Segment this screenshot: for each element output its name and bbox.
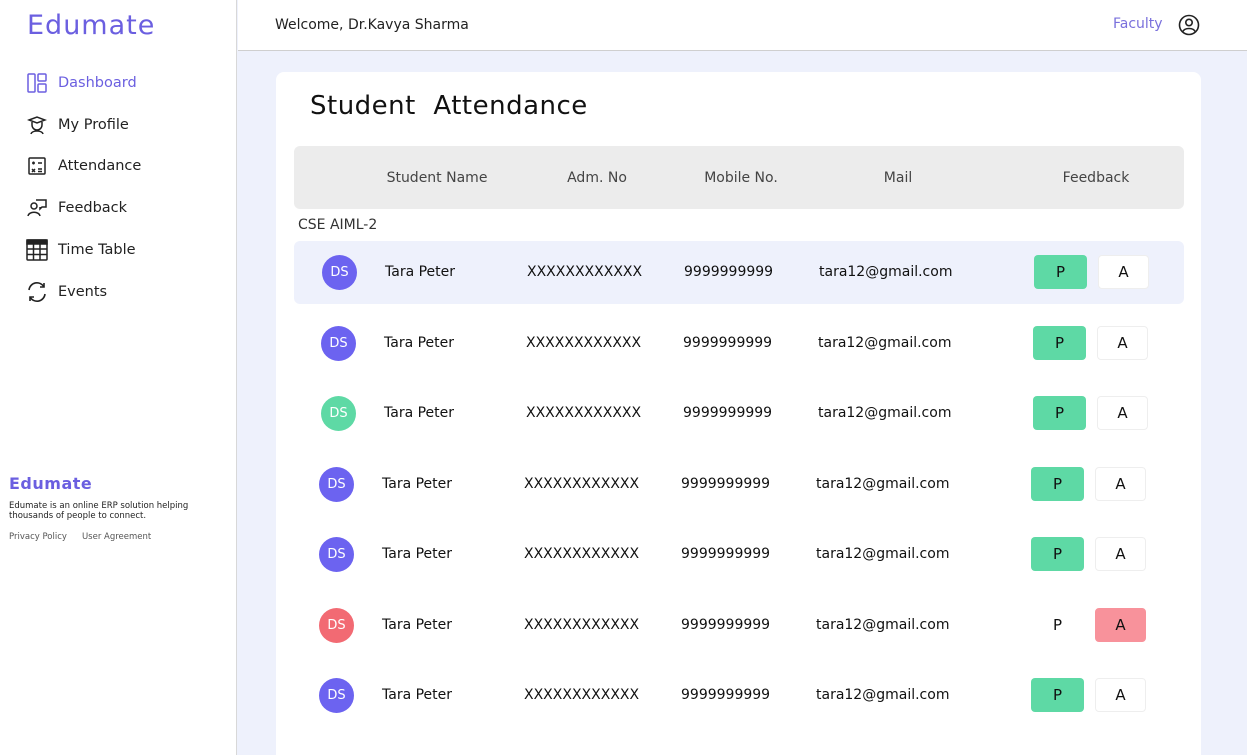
column-header-adm-no: Adm. No [567, 170, 627, 186]
student-name: Tara Peter [384, 405, 455, 421]
sidebar-item-label: Feedback [58, 200, 128, 216]
mobile-number: 9999999999 [683, 335, 773, 351]
avatar: DS [322, 255, 357, 290]
avatar: DS [319, 467, 354, 502]
table-row[interactable]: DS Tara Peter XXXXXXXXXXXX 9999999999 tara12… [294, 523, 1184, 586]
events-icon [26, 281, 48, 303]
sidebar-item-dashboard[interactable]: Dashboard [26, 70, 137, 96]
admission-number: XXXXXXXXXXXX [524, 546, 640, 562]
sidebar-item-my-profile[interactable]: My Profile [26, 112, 129, 138]
admission-number: XXXXXXXXXXXX [524, 687, 640, 703]
admission-number: XXXXXXXXXXXX [524, 476, 640, 492]
avatar: DS [321, 326, 356, 361]
page-title: Student Attendance [310, 91, 588, 121]
table-row[interactable]: DS Tara Peter XXXXXXXXXXXX 9999999999 tara12… [294, 382, 1184, 445]
column-header-feedback: Feedback [1062, 170, 1130, 186]
mobile-number: 9999999999 [681, 617, 771, 633]
timetable-icon [26, 239, 48, 261]
table-row[interactable]: DS Tara Peter XXXXXXXXXXXX 9999999999 tara12… [294, 594, 1184, 657]
mail-address: tara12@gmail.com [816, 617, 950, 633]
column-header-mobile: Mobile No. [704, 170, 778, 186]
avatar: DS [319, 537, 354, 572]
sidebar-item-events[interactable]: Events [26, 279, 107, 305]
avatar: DS [321, 396, 356, 431]
sidebar-item-label: Dashboard [58, 75, 137, 91]
mobile-number: 9999999999 [681, 546, 771, 562]
user-circle-icon[interactable] [1178, 14, 1200, 36]
student-name: Tara Peter [382, 687, 453, 703]
mobile-number: 9999999999 [681, 687, 771, 703]
table-row[interactable]: DS Tara Peter XXXXXXXXXXXX 9999999999 tara12… [294, 312, 1184, 375]
admission-number: XXXXXXXXXXXX [526, 405, 642, 421]
absent-button[interactable]: A [1098, 255, 1149, 289]
mail-address: tara12@gmail.com [818, 335, 952, 351]
table-row[interactable]: DS Tara Peter XXXXXXXXXXXX 9999999999 tara12… [294, 453, 1184, 516]
absent-button[interactable]: A [1095, 678, 1146, 712]
welcome-message: Welcome, Dr.Kavya Sharma [275, 17, 469, 33]
absent-button[interactable]: A [1097, 396, 1148, 430]
footer-links: Privacy Policy User Agreement [9, 532, 151, 542]
brand-logo[interactable]: Edumate [27, 10, 155, 41]
profile-icon [26, 114, 48, 136]
present-button[interactable]: P [1033, 326, 1086, 360]
sidebar-item-label: Events [58, 284, 108, 300]
role-link[interactable]: Faculty [1113, 16, 1163, 32]
mail-address: tara12@gmail.com [816, 546, 950, 562]
sidebar: Edumate Dashboard My Profile Attendance … [0, 0, 237, 755]
admission-number: XXXXXXXXXXXX [527, 264, 643, 280]
footer-brand: Edumate [9, 474, 93, 493]
attendance-card: Student Attendance Student Name Adm. No … [276, 72, 1201, 755]
present-button[interactable]: P [1034, 255, 1087, 289]
student-name: Tara Peter [385, 264, 456, 280]
student-name: Tara Peter [382, 546, 453, 562]
mail-address: tara12@gmail.com [819, 264, 953, 280]
sidebar-item-label: My Profile [58, 117, 129, 133]
mobile-number: 9999999999 [684, 264, 774, 280]
sidebar-item-label: Attendance [58, 158, 142, 174]
table-row[interactable]: DS Tara Peter XXXXXXXXXXXX 9999999999 tara12… [294, 241, 1184, 304]
sidebar-item-label: Time Table [58, 242, 136, 258]
top-bar: Welcome, Dr.Kavya Sharma Faculty [238, 0, 1247, 51]
avatar: DS [319, 678, 354, 713]
user-agreement-link[interactable]: User Agreement [82, 532, 151, 542]
dashboard-icon [26, 72, 48, 94]
student-name: Tara Peter [384, 335, 455, 351]
present-button[interactable]: P [1031, 608, 1084, 642]
avatar: DS [319, 608, 354, 643]
mobile-number: 9999999999 [681, 476, 771, 492]
mail-address: tara12@gmail.com [816, 476, 950, 492]
sidebar-item-feedback[interactable]: Feedback [26, 195, 127, 221]
admission-number: XXXXXXXXXXXX [524, 617, 640, 633]
mail-address: tara12@gmail.com [816, 687, 950, 703]
absent-button[interactable]: A [1097, 326, 1148, 360]
table-row[interactable]: DS Tara Peter XXXXXXXXXXXX 9999999999 tara12… [294, 664, 1184, 727]
absent-button[interactable]: A [1095, 467, 1146, 501]
present-button[interactable]: P [1031, 678, 1084, 712]
present-button[interactable]: P [1033, 396, 1086, 430]
privacy-policy-link[interactable]: Privacy Policy [9, 532, 67, 542]
sidebar-item-time-table[interactable]: Time Table [26, 237, 136, 263]
table-header: Student Name Adm. No Mobile No. Mail Fee… [294, 146, 1184, 209]
mobile-number: 9999999999 [683, 405, 773, 421]
present-button[interactable]: P [1031, 467, 1084, 501]
sidebar-item-attendance[interactable]: Attendance [26, 153, 141, 179]
class-group-label: CSE AIML-2 [298, 217, 378, 233]
present-button[interactable]: P [1031, 537, 1084, 571]
footer-description: Edumate is an online ERP solution helpin… [9, 501, 189, 521]
column-header-student-name: Student Name [386, 170, 488, 186]
admission-number: XXXXXXXXXXXX [526, 335, 642, 351]
student-name: Tara Peter [382, 476, 453, 492]
column-header-mail: Mail [883, 170, 913, 186]
attendance-icon [26, 155, 48, 177]
student-name: Tara Peter [382, 617, 453, 633]
mail-address: tara12@gmail.com [818, 405, 952, 421]
feedback-icon [26, 197, 48, 219]
absent-button[interactable]: A [1095, 608, 1146, 642]
absent-button[interactable]: A [1095, 537, 1146, 571]
